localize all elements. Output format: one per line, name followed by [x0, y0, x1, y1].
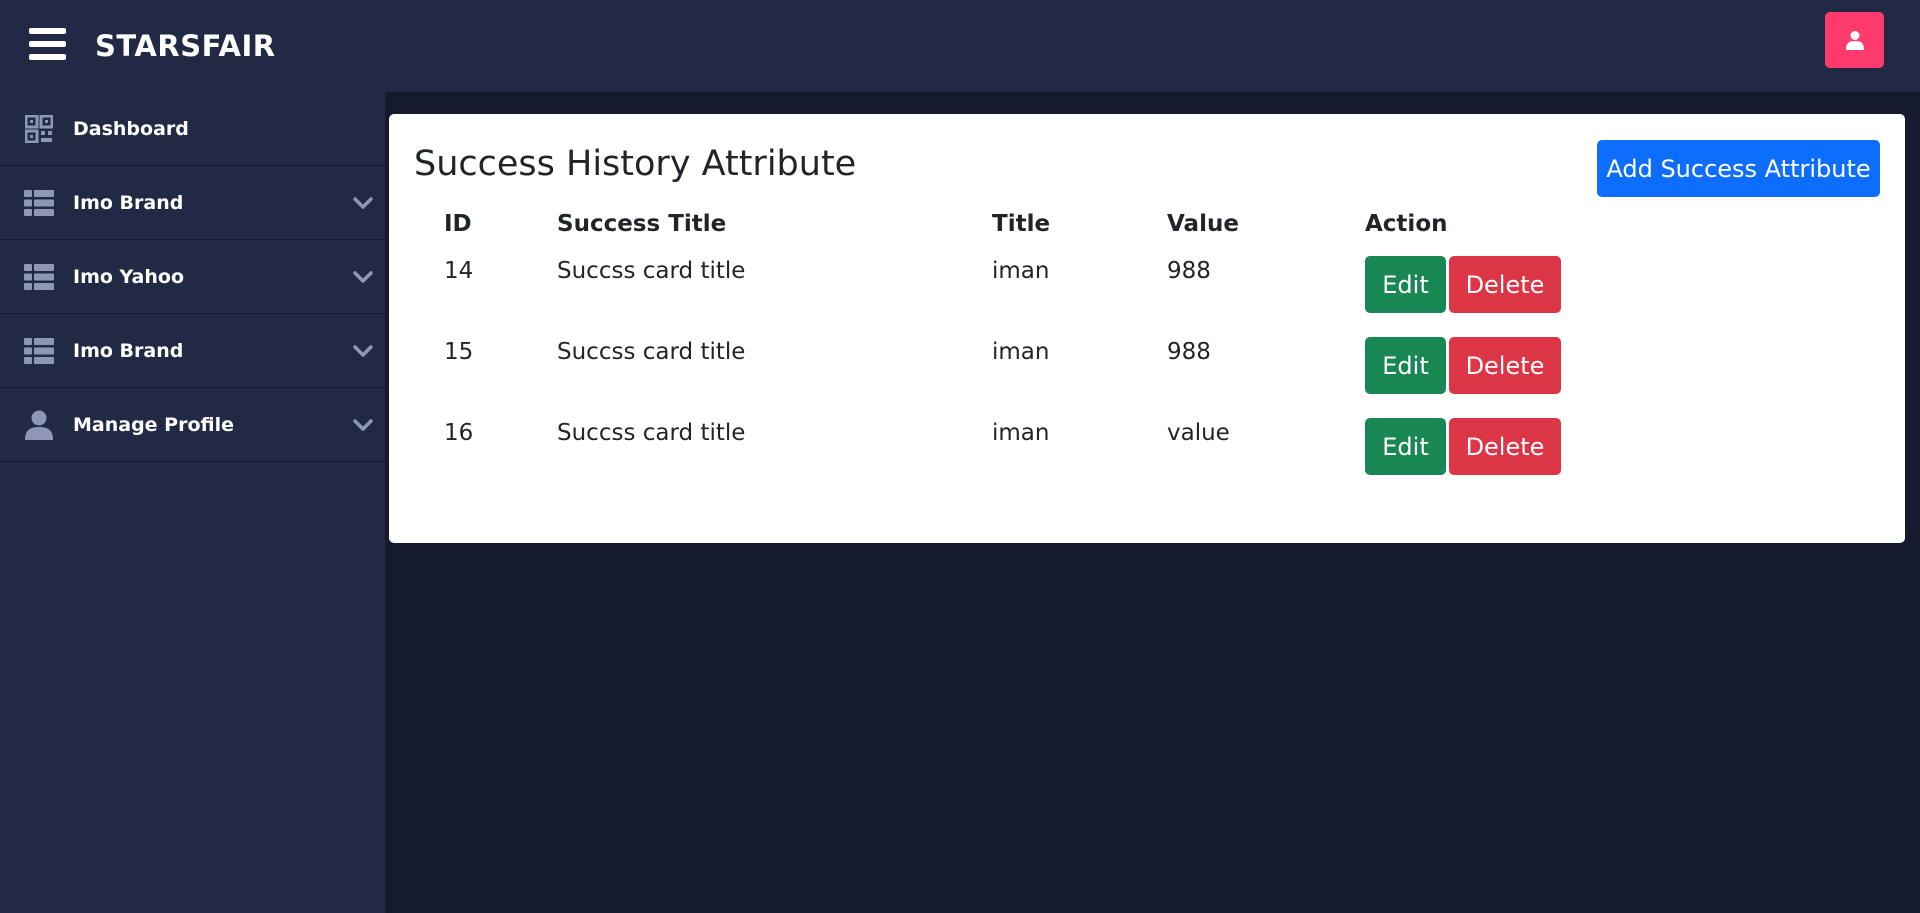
- column-header-id: ID: [444, 211, 472, 237]
- delete-button[interactable]: Delete: [1449, 337, 1561, 394]
- table-header-row: ID Success Title Title Value Action: [414, 204, 1880, 244]
- edit-button[interactable]: Edit: [1365, 337, 1446, 394]
- cell-action: Edit Delete: [1335, 325, 1880, 406]
- cell-value: 988: [1167, 339, 1211, 365]
- edit-button[interactable]: Edit: [1365, 256, 1446, 313]
- add-success-attribute-button[interactable]: Add Success Attribute: [1597, 140, 1880, 197]
- cell-success-title: Succss card title: [557, 258, 746, 284]
- list-icon: [24, 262, 54, 292]
- cell-value: 988: [1167, 258, 1211, 284]
- cell-success-title: Succss card title: [557, 339, 746, 365]
- cell-action: Edit Delete: [1335, 244, 1880, 325]
- chevron-down-icon: [353, 344, 373, 357]
- sidebar-item-imo-brand[interactable]: Imo Brand: [0, 166, 385, 240]
- chevron-down-icon: [353, 418, 373, 431]
- sidebar-item-label: Imo Yahoo: [73, 265, 185, 288]
- cell-title: iman: [992, 339, 1050, 365]
- content-card: Success History Attribute Add Success At…: [389, 114, 1905, 543]
- list-icon: [24, 336, 54, 366]
- top-bar: STARSFAIR: [0, 0, 1920, 92]
- cell-action: Edit Delete: [1335, 406, 1880, 487]
- sidebar: Dashboard Imo Brand Imo Yahoo Imo Brand …: [0, 92, 385, 913]
- page-title: Success History Attribute: [414, 144, 857, 184]
- column-header-success-title: Success Title: [557, 211, 727, 237]
- sidebar-item-manage-profile[interactable]: Manage Profile: [0, 388, 385, 462]
- user-icon: [1845, 31, 1864, 50]
- chevron-down-icon: [353, 196, 373, 209]
- user-menu-button[interactable]: [1825, 12, 1884, 68]
- cell-success-title: Succss card title: [557, 420, 746, 446]
- delete-button[interactable]: Delete: [1449, 256, 1561, 313]
- list-icon: [24, 188, 54, 218]
- success-attribute-table: ID Success Title Title Value Action 14 S…: [414, 204, 1880, 487]
- sidebar-item-imo-yahoo[interactable]: Imo Yahoo: [0, 240, 385, 314]
- cell-value: value: [1167, 420, 1230, 446]
- cell-id: 16: [444, 420, 474, 446]
- qrcode-icon: [24, 114, 54, 144]
- delete-button[interactable]: Delete: [1449, 418, 1561, 475]
- sidebar-item-label: Imo Brand: [73, 339, 184, 362]
- hamburger-icon[interactable]: [29, 28, 66, 60]
- column-header-action: Action: [1365, 211, 1448, 237]
- cell-title: iman: [992, 258, 1050, 284]
- edit-button[interactable]: Edit: [1365, 418, 1446, 475]
- column-header-value: Value: [1167, 211, 1239, 237]
- table-row: 14 Succss card title iman 988 Edit Delete: [414, 244, 1880, 325]
- sidebar-item-label: Imo Brand: [73, 191, 184, 214]
- sidebar-item-imo-brand-2[interactable]: Imo Brand: [0, 314, 385, 388]
- column-header-title: Title: [992, 211, 1051, 237]
- sidebar-item-dashboard[interactable]: Dashboard: [0, 92, 385, 166]
- table-row: 16 Succss card title iman value Edit Dele…: [414, 406, 1880, 487]
- table-row: 15 Succss card title iman 988 Edit Delete: [414, 325, 1880, 406]
- sidebar-item-label: Manage Profile: [73, 413, 235, 436]
- brand-logo: STARSFAIR: [95, 29, 276, 63]
- cell-id: 14: [444, 258, 474, 284]
- cell-title: iman: [992, 420, 1050, 446]
- chevron-down-icon: [353, 270, 373, 283]
- sidebar-item-label: Dashboard: [73, 117, 189, 140]
- user-icon: [24, 410, 54, 440]
- cell-id: 15: [444, 339, 474, 365]
